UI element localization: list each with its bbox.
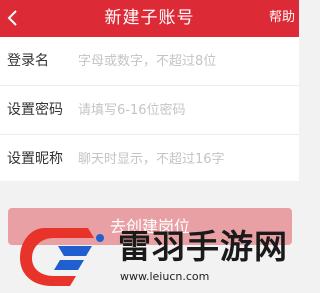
username-label: 登录名 — [7, 53, 49, 69]
password-input[interactable] — [78, 98, 288, 122]
watermark: 雷羽手游网 www.leiucn.com — [14, 218, 299, 293]
username-row: 登录名 — [0, 37, 299, 85]
nickname-input[interactable] — [78, 147, 288, 171]
help-button[interactable]: 帮助 — [269, 10, 295, 26]
account-form: 登录名 设置密码 设置昵称 — [0, 37, 299, 181]
password-row: 设置密码 — [0, 86, 299, 134]
watermark-url: www.leiucn.com — [120, 270, 210, 283]
watermark-logo-icon — [20, 228, 104, 286]
top-bar: 新建子账号 帮助 — [0, 0, 299, 37]
page-title: 新建子账号 — [104, 8, 195, 28]
nickname-label: 设置昵称 — [7, 151, 63, 167]
nickname-row: 设置昵称 — [0, 135, 299, 183]
watermark-name: 雷羽手游网 — [118, 227, 288, 266]
password-label: 设置密码 — [7, 102, 63, 118]
username-input[interactable] — [78, 49, 288, 73]
